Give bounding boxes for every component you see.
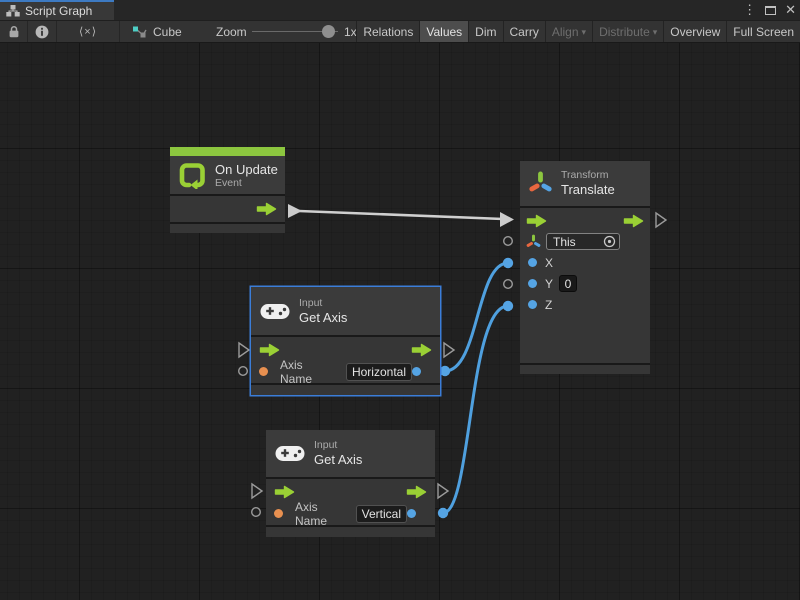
- wire-horizontal-to-x[interactable]: [445, 263, 508, 371]
- node-body: Axis Name Horizontal: [251, 335, 440, 383]
- node-header: Input Get Axis: [251, 287, 440, 335]
- transform-icon: [529, 170, 552, 197]
- node-body: Axis Name Vertical: [266, 477, 435, 525]
- y-port-label: Y: [545, 277, 553, 291]
- y-port-dot[interactable]: [528, 279, 537, 288]
- node-body: This X Y 0 Z: [520, 206, 650, 363]
- gamepad-icon: [275, 444, 305, 463]
- port-translate-target-in[interactable]: [504, 237, 513, 246]
- result-port-dot[interactable]: [407, 509, 416, 518]
- port-getaxis-h-name-in[interactable]: [239, 367, 248, 376]
- flow-in-arrow-icon[interactable]: [526, 214, 547, 228]
- node-footer: [520, 363, 650, 374]
- node-header: Transform Translate: [520, 161, 650, 206]
- node-category: Input: [299, 298, 347, 309]
- axis-name-port-dot[interactable]: [274, 509, 283, 518]
- axis-name-label: Axis Name: [280, 358, 338, 386]
- port-getaxis-h-result-out[interactable]: [440, 366, 450, 376]
- port-translate-z-in[interactable]: [503, 301, 513, 311]
- node-header: Input Get Axis: [266, 430, 435, 477]
- port-translate-flow-in[interactable]: [500, 212, 514, 227]
- port-getaxis-h-flow-out[interactable]: [444, 343, 454, 357]
- port-getaxis-v-result-out[interactable]: [438, 508, 448, 518]
- port-translate-x-in[interactable]: [503, 258, 513, 268]
- node-title: Get Axis: [314, 452, 362, 467]
- on-update-loop-icon: [179, 162, 206, 189]
- gamepad-icon: [260, 302, 290, 321]
- transform-port-icon[interactable]: [526, 234, 541, 250]
- wire-vertical-to-z[interactable]: [443, 306, 508, 513]
- object-picker-icon[interactable]: [603, 235, 616, 248]
- port-getaxis-v-flow-out[interactable]: [438, 484, 448, 498]
- flow-in-arrow-icon[interactable]: [259, 343, 280, 357]
- result-port-dot[interactable]: [412, 367, 421, 376]
- port-onupdate-flow-out[interactable]: [288, 204, 302, 218]
- axis-name-port-dot[interactable]: [259, 367, 268, 376]
- flow-out-arrow-icon[interactable]: [623, 214, 644, 228]
- x-port-dot[interactable]: [528, 258, 537, 267]
- axis-name-value-field[interactable]: Vertical: [356, 505, 407, 523]
- flow-out-arrow-icon[interactable]: [411, 343, 432, 357]
- z-port-dot[interactable]: [528, 300, 537, 309]
- port-translate-flow-out[interactable]: [656, 213, 666, 227]
- x-port-label: X: [545, 256, 553, 270]
- flow-out-arrow-icon[interactable]: [256, 202, 277, 216]
- node-footer: [266, 525, 435, 537]
- node-category: Transform: [561, 170, 615, 181]
- port-getaxis-h-flow-in[interactable]: [239, 343, 249, 357]
- flow-out-arrow-icon[interactable]: [406, 485, 427, 499]
- wire-control-flow[interactable]: [299, 211, 503, 219]
- node-translate[interactable]: Transform Translate This: [520, 161, 650, 374]
- node-category: Input: [314, 440, 362, 451]
- port-getaxis-v-name-in[interactable]: [252, 508, 261, 517]
- node-subtitle: Event: [215, 178, 278, 189]
- node-title: Translate: [561, 182, 615, 197]
- y-value-field[interactable]: 0: [559, 275, 577, 292]
- port-translate-y-in[interactable]: [504, 280, 513, 289]
- port-getaxis-v-flow-in[interactable]: [252, 484, 262, 498]
- target-object-field[interactable]: This: [546, 233, 620, 250]
- node-title: Get Axis: [299, 310, 347, 325]
- axis-name-value-field[interactable]: Horizontal: [346, 363, 412, 381]
- node-body: [170, 194, 285, 222]
- node-footer: [170, 222, 285, 233]
- z-port-label: Z: [545, 298, 552, 312]
- node-header: On Update Event: [170, 156, 285, 194]
- node-get-axis-vertical[interactable]: Input Get Axis Axis Name Vertical: [266, 430, 435, 537]
- axis-name-label: Axis Name: [295, 500, 348, 528]
- node-get-axis-horizontal[interactable]: Input Get Axis Axis Name Horizontal: [251, 287, 440, 395]
- flow-in-arrow-icon[interactable]: [274, 485, 295, 499]
- node-on-update[interactable]: On Update Event: [170, 147, 285, 233]
- event-node-accent-bar: [170, 147, 285, 156]
- node-title: On Update: [215, 162, 278, 177]
